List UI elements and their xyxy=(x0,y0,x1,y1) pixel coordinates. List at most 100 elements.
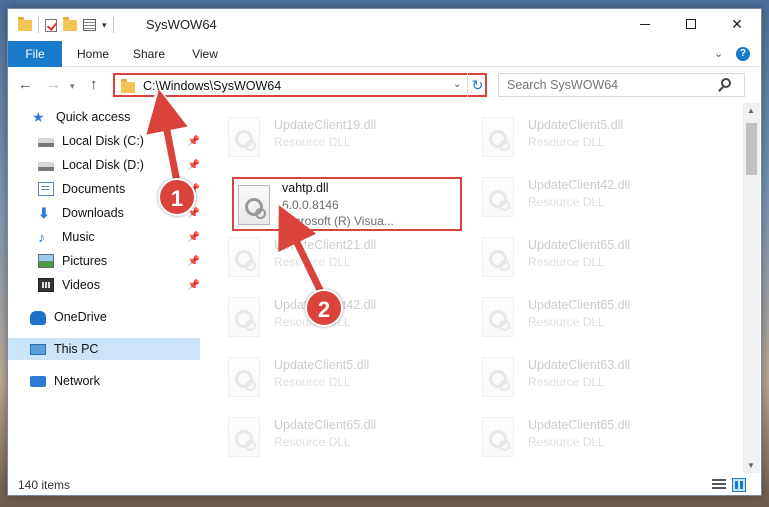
sidebar-item-label: Pictures xyxy=(62,254,108,268)
file-item[interactable]: UpdateClient42.dll Resource DLL xyxy=(476,169,706,223)
pin-icon[interactable]: 📌 xyxy=(188,160,200,171)
search-icon[interactable] xyxy=(721,78,731,88)
close-icon: ✕ xyxy=(731,15,743,32)
sidebar-item-quick-access[interactable]: ★ Quick access xyxy=(8,106,200,128)
file-name: vahtp.dll xyxy=(282,181,329,195)
scroll-up-arrow-icon[interactable]: ▲ xyxy=(747,106,755,115)
address-bar[interactable]: C:\Windows\SysWOW64 ⌄ ↻ xyxy=(113,73,487,97)
sidebar-item-pictures[interactable]: Pictures 📌 xyxy=(8,250,200,272)
tab-file[interactable]: File xyxy=(8,41,62,67)
file-item[interactable]: UpdateClient65.dll Resource DLL xyxy=(222,409,452,463)
window-title: SysWOW64 xyxy=(146,17,217,32)
sidebar-item-local-disk-d[interactable]: Local Disk (D:) 📌 xyxy=(8,154,200,176)
expand-ribbon-chevron-icon[interactable]: ⌄ xyxy=(714,47,723,60)
file-name: UpdateClient42.dll xyxy=(528,178,631,192)
recent-locations-chevron-icon[interactable]: ▾ xyxy=(70,81,75,92)
sidebar-item-label: Network xyxy=(54,374,100,388)
step-1-badge: 1 xyxy=(158,178,196,216)
customize-toolbar-chevron-icon[interactable]: ▾ xyxy=(102,20,107,31)
dll-file-icon xyxy=(482,237,514,277)
sidebar-item-label: Local Disk (D:) xyxy=(62,158,144,172)
file-name: UpdateClient5.dll xyxy=(528,118,624,132)
tab-view[interactable]: View xyxy=(184,41,226,67)
toolbar-separator xyxy=(112,17,114,33)
star-icon: ★ xyxy=(32,109,45,125)
pin-icon[interactable]: 📌 xyxy=(188,232,200,243)
properties-icon[interactable] xyxy=(83,19,96,31)
ribbon-tabs: File Home Share View ⌄ ? xyxy=(8,41,761,67)
download-icon: ⬇ xyxy=(38,205,50,221)
dll-file-icon xyxy=(228,357,260,397)
close-button[interactable]: ✕ xyxy=(714,9,760,39)
title-bar: ▾ SysWOW64 ✕ xyxy=(8,9,761,41)
file-item[interactable]: UpdateClient63.dll Resource DLL xyxy=(476,349,706,403)
tiles-view-icon[interactable] xyxy=(732,478,746,492)
maximize-icon xyxy=(686,19,696,29)
step-2-badge: 2 xyxy=(305,289,343,327)
scrollbar-thumb[interactable] xyxy=(746,123,757,175)
dll-file-icon xyxy=(238,185,270,225)
file-item[interactable]: UpdateClient65.dll Resource DLL xyxy=(476,229,706,283)
file-item[interactable]: UpdateClient21.dll Resource DLL xyxy=(222,229,452,283)
search-input[interactable] xyxy=(499,74,719,96)
file-type: Resource DLL xyxy=(274,255,351,269)
tab-share[interactable]: Share xyxy=(126,41,172,67)
dll-file-icon xyxy=(482,297,514,337)
documents-icon xyxy=(38,182,54,196)
folder-icon xyxy=(121,79,135,93)
properties-check-icon[interactable] xyxy=(45,18,57,32)
file-name: UpdateClient63.dll xyxy=(528,358,631,372)
pin-icon[interactable]: 📌 xyxy=(188,256,200,267)
refresh-icon[interactable]: ↻ xyxy=(467,73,487,97)
address-dropdown-chevron-icon[interactable]: ⌄ xyxy=(453,79,461,90)
sidebar-item-network[interactable]: Network xyxy=(8,370,200,392)
dll-file-icon xyxy=(482,417,514,457)
file-name: UpdateClient5.dll xyxy=(274,358,370,372)
file-name: UpdateClient65.dll xyxy=(528,418,631,432)
computer-icon xyxy=(30,343,46,355)
file-item[interactable]: UpdateClient5.dll Resource DLL xyxy=(476,109,706,163)
sidebar-item-onedrive[interactable]: OneDrive xyxy=(8,306,200,328)
back-arrow-icon[interactable]: ← xyxy=(18,76,33,93)
status-bar: 140 items xyxy=(8,475,761,495)
tab-home[interactable]: Home xyxy=(68,41,118,67)
navigation-bar: ← → ▾ ↑ C:\Windows\SysWOW64 ⌄ ↻ xyxy=(8,68,761,102)
file-item-vahtp[interactable]: vahtp.dll 6.0.0.8146 Microsoft (R) Visua… xyxy=(232,177,462,231)
maximize-button[interactable] xyxy=(668,9,714,39)
help-icon[interactable]: ? xyxy=(736,47,750,61)
sidebar-item-label: OneDrive xyxy=(54,310,107,324)
sidebar-item-videos[interactable]: Videos 📌 xyxy=(8,274,200,296)
dll-file-icon xyxy=(228,237,260,277)
folder-icon xyxy=(18,16,32,31)
pictures-icon xyxy=(38,254,54,268)
new-folder-icon[interactable] xyxy=(63,16,77,31)
cloud-icon xyxy=(30,311,46,325)
file-list: UpdateClient19.dll Resource DLL vahtp.dl… xyxy=(222,103,742,473)
sidebar-item-label: Music xyxy=(62,230,95,244)
vertical-scrollbar[interactable]: ▲ ▼ xyxy=(743,103,760,473)
sidebar-item-local-disk-c[interactable]: Local Disk (C:) 📌 xyxy=(8,130,200,152)
sidebar-item-this-pc[interactable]: This PC xyxy=(8,338,200,360)
file-item[interactable]: UpdateClient65.dll Resource DLL xyxy=(476,289,706,343)
file-item[interactable]: UpdateClient65.dll Resource DLL xyxy=(476,409,706,463)
minimize-icon xyxy=(640,23,650,25)
sidebar-item-label: This PC xyxy=(54,342,99,356)
file-item[interactable]: UpdateClient5.dll Resource DLL xyxy=(222,349,452,403)
drive-icon xyxy=(38,138,54,147)
sidebar-item-music[interactable]: ♪ Music 📌 xyxy=(8,226,200,248)
network-icon xyxy=(30,375,46,387)
scroll-down-arrow-icon[interactable]: ▼ xyxy=(747,461,755,470)
forward-arrow-icon[interactable]: → xyxy=(46,76,61,93)
file-name: UpdateClient21.dll xyxy=(274,238,377,252)
up-arrow-icon[interactable]: ↑ xyxy=(90,76,98,93)
address-path[interactable]: C:\Windows\SysWOW64 xyxy=(143,79,281,93)
details-view-icon[interactable] xyxy=(712,479,726,491)
minimize-button[interactable] xyxy=(622,9,668,39)
sidebar-item-label: Downloads xyxy=(62,206,124,220)
search-box[interactable] xyxy=(498,73,745,97)
pin-icon[interactable]: 📌 xyxy=(188,136,200,147)
pin-icon[interactable]: 📌 xyxy=(188,280,200,291)
dll-file-icon xyxy=(228,117,260,157)
file-type: Resource DLL xyxy=(274,135,351,149)
file-item[interactable]: UpdateClient19.dll Resource DLL xyxy=(222,109,452,163)
